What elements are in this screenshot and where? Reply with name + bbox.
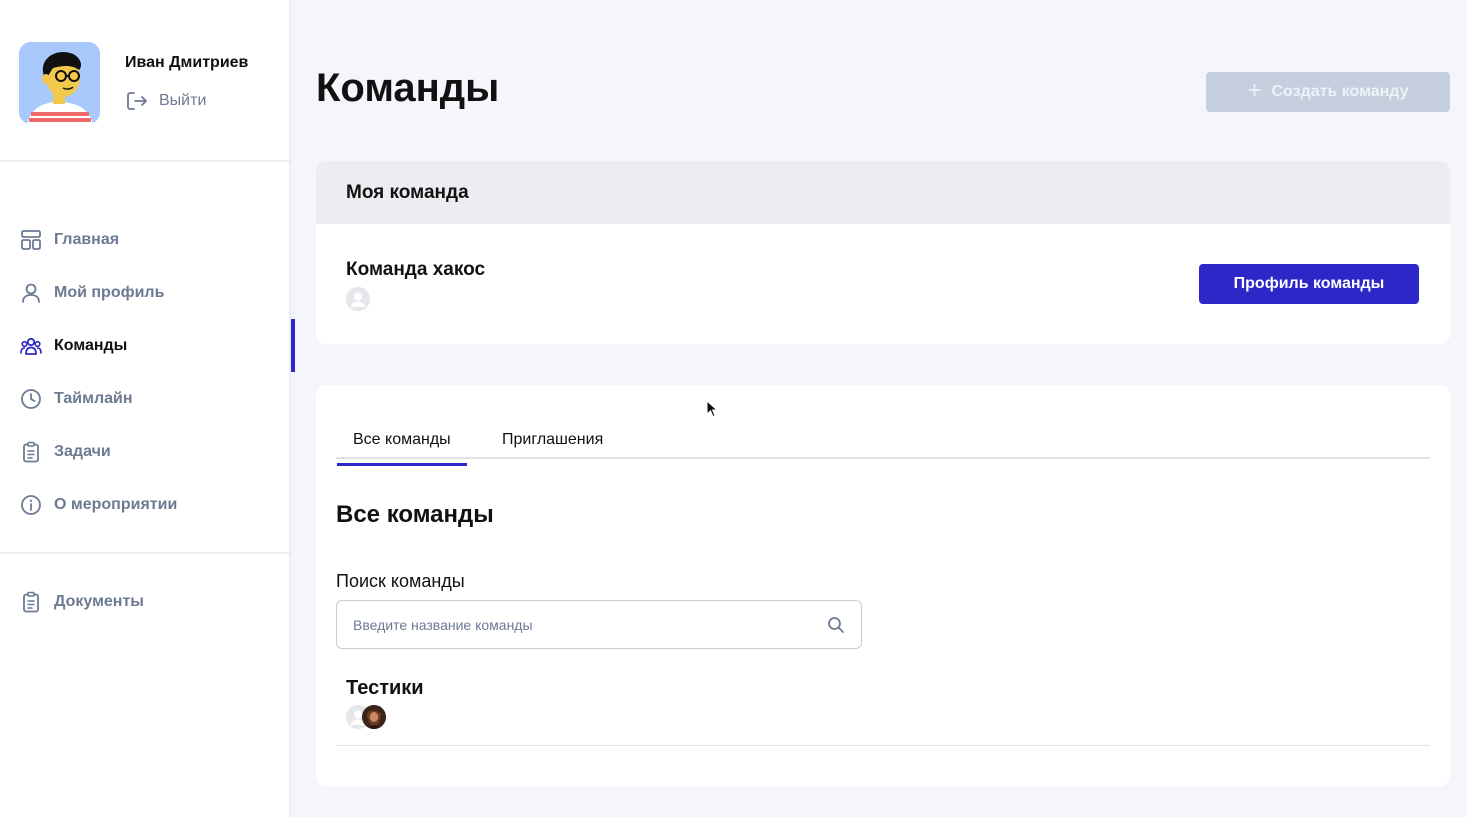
sidebar-item-timeline[interactable]: Таймлайн	[0, 372, 293, 425]
member-photo	[362, 705, 386, 729]
sidebar-item-teams[interactable]: Команды	[0, 319, 295, 372]
logout-button[interactable]: Выйти	[125, 90, 206, 112]
team-profile-button[interactable]: Профиль команды	[1199, 264, 1419, 304]
team-list-item[interactable]: Тестики	[336, 675, 1430, 746]
tab-all-teams[interactable]: Все команды	[337, 431, 467, 466]
create-team-button[interactable]: + Создать команду	[1206, 72, 1450, 112]
sidebar-item-label: Задачи	[54, 442, 111, 460]
member-avatar	[362, 705, 386, 729]
clipboard-icon	[23, 441, 39, 462]
team-name: Тестики	[346, 677, 424, 699]
search-icon[interactable]	[827, 616, 845, 634]
tab-invitations[interactable]: Приглашения	[502, 431, 603, 449]
sidebar-nav: Главная Мой профиль Команды Таймлайн Зад…	[0, 213, 295, 531]
plus-icon: +	[1247, 77, 1262, 104]
user-block: Иван Дмитриев Выйти	[19, 42, 291, 124]
team-icon	[20, 337, 42, 355]
create-team-label: Создать команду	[1271, 83, 1409, 100]
sidebar-item-home[interactable]: Главная	[0, 213, 293, 266]
sidebar-item-label: О мероприятии	[54, 495, 178, 513]
my-team-card: Моя команда Команда хакос Профиль команд…	[316, 161, 1450, 344]
section-title: Все команды	[336, 501, 494, 528]
sidebar-item-label: Таймлайн	[54, 389, 133, 407]
user-placeholder-icon	[346, 287, 370, 311]
sidebar-docs: Документы	[0, 575, 293, 628]
sidebar-divider	[0, 160, 293, 162]
sidebar-divider	[0, 552, 293, 554]
user-avatar[interactable]	[19, 42, 100, 124]
sidebar-item-label: Команды	[54, 336, 128, 354]
sidebar-item-label: Главная	[54, 230, 120, 248]
sidebar-item-label: Документы	[54, 592, 144, 610]
search-label: Поиск команды	[336, 571, 465, 591]
user-name: Иван Дмитриев	[125, 54, 249, 71]
info-icon	[21, 494, 41, 515]
sidebar-item-label: Мой профиль	[54, 283, 165, 301]
logout-label: Выйти	[159, 92, 207, 109]
page-title: Команды	[316, 66, 500, 110]
logout-icon	[127, 92, 147, 110]
clipboard-icon	[23, 591, 39, 612]
sidebar-item-about[interactable]: О мероприятии	[0, 478, 293, 531]
my-team-header: Моя команда	[316, 161, 1450, 224]
search-box	[336, 600, 862, 649]
sidebar-item-tasks[interactable]: Задачи	[0, 425, 293, 478]
sidebar-item-documents[interactable]: Документы	[0, 575, 293, 628]
search-input[interactable]	[337, 601, 817, 648]
mouse-cursor-icon	[706, 400, 718, 418]
clock-icon	[21, 388, 41, 409]
member-avatar	[346, 287, 370, 311]
tabs: Все команды Приглашения	[336, 429, 1430, 466]
all-teams-card: Все команды Приглашения Все команды Поис…	[316, 385, 1450, 786]
sidebar-item-profile[interactable]: Мой профиль	[0, 266, 293, 319]
avatar-illustration	[19, 42, 100, 124]
my-team-name: Команда хакос	[346, 259, 486, 280]
sidebar: Иван Дмитриев Выйти Главная Мой профиль	[0, 0, 295, 817]
user-icon	[22, 283, 40, 303]
layout-icon	[21, 229, 41, 250]
